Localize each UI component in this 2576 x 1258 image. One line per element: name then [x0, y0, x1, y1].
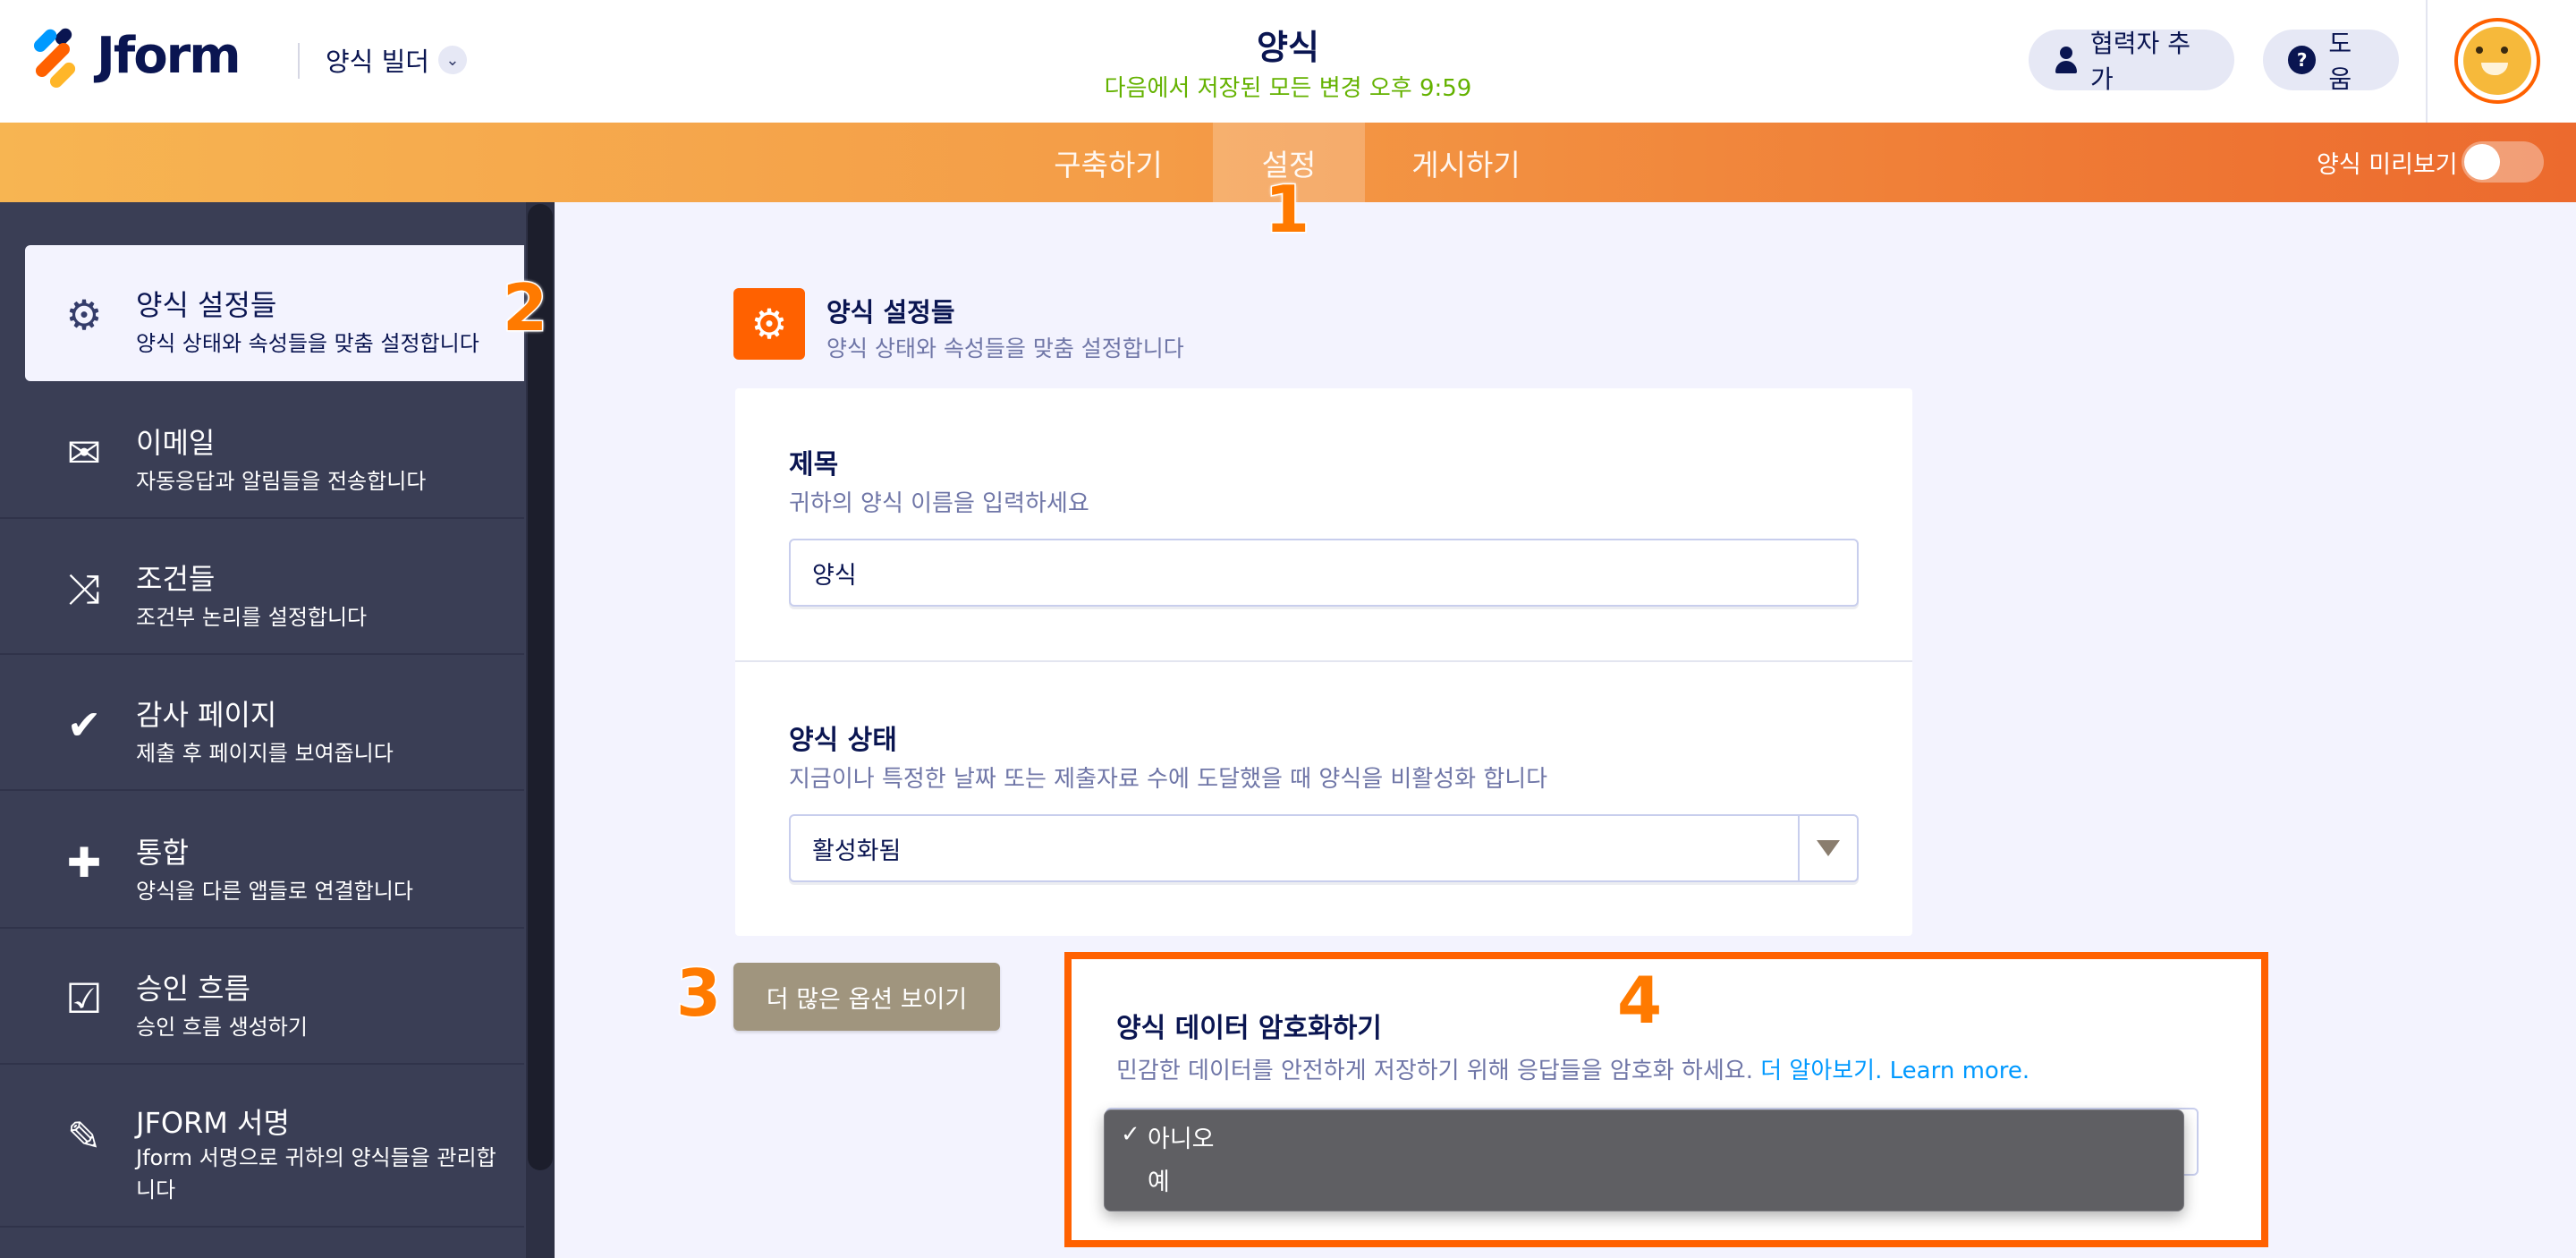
- annotation-4: 4: [1615, 962, 1663, 1040]
- sidebar-item-desc: 승인 흐름 생성하기: [136, 1015, 308, 1040]
- sidebar-item-title: 양식 설정들: [136, 288, 277, 322]
- form-status-select[interactable]: 활성화됨: [789, 814, 1859, 882]
- select-arrow-button[interactable]: [1798, 816, 1857, 880]
- user-icon: [2054, 47, 2078, 73]
- sidebar-item-jform-sign[interactable]: ✎ JFORM 서명 Jform 서명으로 귀하의 양식들을 관리합니다: [0, 1067, 524, 1228]
- sidebar-item-desc: Jform 서명으로 귀하의 양식들을 관리합니다: [136, 1145, 496, 1203]
- sidebar-item-form-settings[interactable]: ⚙ 양식 설정들 양식 상태와 속성들을 맞춤 설정합니다: [25, 245, 524, 381]
- encrypt-desc-text: 민감한 데이터를 안전하게 저장하기 위해 응답들을 암호화 하세요.: [1116, 1058, 1753, 1084]
- avatar-image: [2463, 27, 2531, 95]
- sidebar-item-integrations[interactable]: ✚ 통합 양식을 다른 앱들로 연결합니다: [0, 793, 524, 929]
- annotation-2: 2: [501, 269, 548, 347]
- check-circle-icon: ✔: [66, 701, 102, 749]
- sidebar-item-desc: 양식 상태와 속성들을 맞춤 설정합니다: [136, 331, 479, 356]
- add-collaborator-button[interactable]: 협력자 추가: [2029, 29, 2234, 94]
- sidebar-item-title: JFORM 서명: [136, 1106, 290, 1140]
- encrypt-title: 양식 데이터 암호화하기: [1116, 1013, 1382, 1044]
- sidebar-item-conditions[interactable]: ⤨ 조건들 조건부 논리를 설정합니다: [0, 519, 524, 655]
- form-status-value: 활성화됨: [812, 837, 902, 865]
- sidebar-item-desc: 자동응답과 알림들을 전송합니다: [136, 469, 427, 494]
- pen-icon: ✎: [66, 1112, 102, 1160]
- checkmark-icon: ✓: [1121, 1121, 1140, 1148]
- dropdown-option-no[interactable]: 아니오: [1148, 1119, 1215, 1154]
- title-input[interactable]: 양식: [789, 539, 1859, 607]
- help-label: 도움: [2328, 29, 2352, 94]
- sidebar-item-email[interactable]: ✉ 이메일 자동응답과 알림들을 전송합니다: [0, 383, 524, 519]
- header-separator: [2426, 0, 2428, 123]
- sidebar-item-title: 조건들: [136, 562, 216, 596]
- card-divider: [735, 660, 1912, 662]
- sidebar-item-title: 승인 흐름: [136, 972, 250, 1006]
- sidebar-item-thank-you[interactable]: ✔ 감사 페이지 제출 후 페이지를 보여줍니다: [0, 655, 524, 791]
- form-preview-toggle[interactable]: [2462, 141, 2544, 183]
- add-collaborator-label: 협력자 추가: [2090, 29, 2190, 94]
- tab-build[interactable]: 구축하기: [1029, 123, 1188, 202]
- sidebar-item-approval-flow[interactable]: ☑ 승인 흐름 승인 흐름 생성하기: [0, 929, 524, 1065]
- sidebar-item-title: 이메일: [136, 426, 216, 460]
- approval-icon: ☑: [65, 974, 103, 1023]
- top-header: Jform 양식 빌더 ⌄ 양식 다음에서 저장된 모든 변경 오후 9:59 …: [0, 0, 2576, 123]
- learn-more-link-ko[interactable]: 더 알아보기.: [1760, 1058, 1882, 1084]
- dropdown-option-yes[interactable]: 예: [1148, 1162, 1170, 1197]
- settings-sidebar: ⚙ 양식 설정들 양식 상태와 속성들을 맞춤 설정합니다 ✉ 이메일 자동응답…: [0, 202, 555, 1258]
- sidebar-scrollbar-thumb[interactable]: [528, 204, 553, 1170]
- section-title: 양식 설정들: [826, 297, 955, 327]
- title-field-desc: 귀하의 양식 이름을 입력하세요: [789, 490, 1089, 517]
- status-field-desc: 지금이나 특정한 날짜 또는 제출자료 수에 도달했을 때 양식을 비활성화 합…: [789, 766, 1548, 793]
- encrypt-dropdown-menu: ✓ 아니오 예: [1104, 1109, 2184, 1211]
- sidebar-item-desc: 양식을 다른 앱들로 연결합니다: [136, 879, 413, 904]
- puzzle-icon: ✚: [66, 838, 102, 887]
- sidebar-item-desc: 제출 후 페이지를 보여줍니다: [136, 741, 394, 766]
- envelope-icon: ✉: [66, 429, 102, 477]
- show-more-options-button[interactable]: 더 많은 옵션 보이기: [733, 963, 1000, 1031]
- question-icon: ?: [2288, 46, 2317, 74]
- caret-down-icon: [1817, 840, 1840, 856]
- sidebar-item-title: 감사 페이지: [136, 698, 277, 732]
- encrypt-desc: 민감한 데이터를 안전하게 저장하기 위해 응답들을 암호화 하세요. 더 알아…: [1116, 1052, 2029, 1085]
- annotation-3: 3: [674, 955, 722, 1033]
- status-field-label: 양식 상태: [789, 725, 897, 756]
- avatar[interactable]: [2454, 18, 2540, 104]
- sidebar-item-desc: 조건부 논리를 설정합니다: [136, 605, 368, 630]
- gear-icon: ⚙: [733, 288, 805, 360]
- form-preview-label: 양식 미리보기: [2317, 151, 2458, 179]
- tab-publish[interactable]: 게시하기: [1386, 123, 1546, 202]
- shuffle-icon: ⤨: [67, 565, 101, 613]
- gear-icon: ⚙: [65, 291, 103, 339]
- annotation-1: 1: [1263, 171, 1310, 249]
- toggle-knob: [2464, 144, 2500, 180]
- section-desc: 양식 상태와 속성들을 맞춤 설정합니다: [826, 336, 1184, 361]
- title-field-label: 제목: [789, 449, 839, 480]
- learn-more-link-en[interactable]: Learn more.: [1890, 1058, 2030, 1084]
- sidebar-item-title: 통합: [136, 836, 189, 870]
- help-button[interactable]: ? 도움: [2263, 29, 2399, 94]
